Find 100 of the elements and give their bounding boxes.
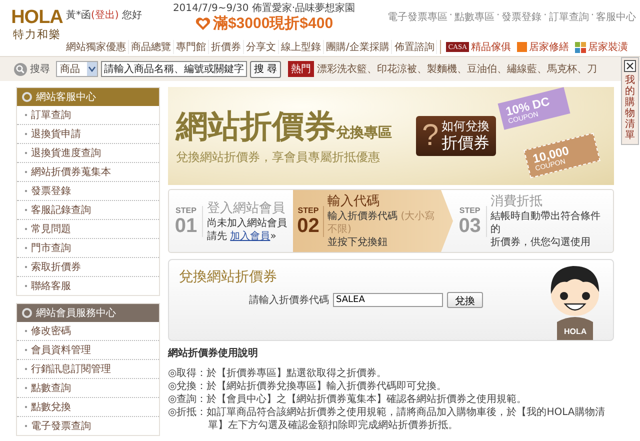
step-title: 登入網站會員: [207, 200, 286, 216]
top-link[interactable]: 點數專區: [454, 10, 494, 24]
step-description: 尚未加入網站會員: [207, 216, 287, 230]
search-field[interactable]: 請輸入商品名稱、編號或關鍵字: [101, 61, 247, 77]
sidebar-link[interactable]: 電子發票查詢: [17, 417, 159, 435]
logout-link[interactable]: (登出): [91, 10, 119, 21]
nav-link[interactable]: 團購/企業採購: [324, 40, 392, 54]
sidebar-link[interactable]: 索取折價券: [17, 258, 159, 277]
ring-icon: [22, 308, 32, 318]
promo-date: 2014/7/9~9/30 佈置愛家‧品味夢想家園: [172, 3, 356, 15]
join-link[interactable]: 加入會員: [230, 230, 270, 242]
hot-keyword-link[interactable]: 印花涼被: [377, 62, 418, 76]
sidebar-link[interactable]: 修改密碼: [17, 322, 159, 341]
sidebar-link[interactable]: 會員資料管理: [17, 341, 159, 360]
step-label: STEP: [176, 206, 196, 214]
instruction-item: ◎兌換：於【網站折價券兌換專區】輸入折價券代碼即可兌換。: [168, 380, 448, 393]
hot-separator: 、: [577, 63, 588, 76]
brand-logo[interactable]: HOLA: [11, 8, 63, 28]
step-description: 折價券，供您勾選使用: [490, 236, 592, 249]
hot-keyword-link[interactable]: 製麵機: [427, 62, 458, 76]
nav-link[interactable]: 商品總覽: [129, 40, 174, 54]
step-description: 結帳時自動帶出符合條件的: [490, 210, 602, 236]
section-title: 網站客服中心: [36, 90, 96, 104]
sidebar-link[interactable]: 常見問題: [17, 220, 159, 239]
sidebar-link[interactable]: 行銷訊息訂閱管理: [17, 360, 159, 379]
nav-link[interactable]: 網站獨家優惠: [64, 40, 129, 54]
sidebar-link[interactable]: 點數兌換: [17, 398, 159, 417]
hot-keyword-link[interactable]: 繡線藍: [507, 62, 538, 76]
instruction-item: ◎查詢：於【會員中心】之【網站折價券蒐集本】確認各網站折價券之使用規範。: [168, 393, 528, 406]
category-link[interactable]: 居家裝潢: [575, 40, 628, 54]
hot-keyword-link[interactable]: 馬克杯: [547, 62, 578, 76]
instruction-item: ◎取得：於【折價券專區】點選欲取得之折價券。: [168, 367, 388, 380]
brand-name: 特力和樂: [13, 28, 61, 42]
hot-keyword-link[interactable]: 豆油伯: [467, 62, 498, 76]
link-separator: ·: [544, 10, 547, 21]
nav-link[interactable]: 折價券: [209, 40, 244, 54]
sidebar-link[interactable]: 退換貨進度查詢: [17, 144, 159, 163]
top-link[interactable]: 電子發票專區: [387, 10, 448, 24]
step-number: 01: [174, 214, 198, 236]
banner-title-suffix: 兌換專區: [336, 124, 392, 142]
caret-icon: [87, 62, 97, 76]
close-icon[interactable]: [624, 60, 636, 72]
link-separator: ·: [590, 10, 594, 21]
sidebar-section-header[interactable]: 網站客服中心: [17, 88, 159, 106]
sidebar-link[interactable]: 聯絡客服: [17, 277, 159, 295]
nav-link[interactable]: 線上型錄: [279, 40, 324, 54]
hot-separator: 、: [367, 63, 378, 76]
section-title: 網站會員服務中心: [36, 306, 116, 320]
scope-select[interactable]: 商品: [56, 61, 98, 77]
hot-separator: 、: [497, 64, 508, 76]
blocks-icon: [575, 42, 586, 52]
step-label: STEP: [459, 206, 480, 214]
heart-icon: [194, 17, 211, 31]
search-icon: [14, 62, 27, 76]
step-title: 消費折抵: [490, 193, 544, 210]
top-link[interactable]: 客服中心: [596, 10, 636, 24]
redeem-button[interactable]: 兌換: [447, 292, 483, 308]
hot-keyword-link[interactable]: 漂彩洗衣籃: [317, 62, 368, 76]
hot-separator: 、: [417, 63, 428, 76]
hot-tag: 熱門: [288, 61, 314, 77]
step-label: STEP: [298, 206, 319, 214]
sidebar-link[interactable]: 訂單查詢: [17, 106, 159, 125]
ring-icon: [22, 92, 32, 102]
sidebar-link[interactable]: 發票登錄: [17, 182, 159, 201]
shirt-logo: HOLA: [564, 327, 587, 336]
hot-separator: 、: [457, 63, 468, 76]
hot-keyword-link[interactable]: 刀: [587, 62, 598, 76]
hot-separator: 、: [537, 63, 548, 76]
sidebar-link[interactable]: 網站折價券蒐集本: [17, 163, 159, 182]
banner-subtitle: 兌換網站折價券，享會員專屬折抵優惠: [176, 148, 381, 166]
sidebar-section-header[interactable]: 網站會員服務中心: [17, 304, 159, 322]
nav-link[interactable]: 佈置諮詢: [392, 40, 438, 54]
step-title: 輸入代碼: [328, 193, 381, 210]
nav-link[interactable]: 分享文: [244, 40, 279, 54]
sidebar-link[interactable]: 退換貨申請: [17, 125, 159, 144]
sidebar-link[interactable]: 客服記錄查詢: [17, 201, 159, 220]
step-number: 02: [297, 214, 320, 236]
search-button[interactable]: 搜 尋: [250, 60, 282, 78]
sidebar-link[interactable]: 門市查詢: [17, 239, 159, 258]
instruction-item: ◎折抵：如訂單商品符合該網站折價券之使用規範，請將商品加入購物車後，於【我的HOLA購物清單】左下方勾選及確認金額扣除即完成網站折價券折抵。: [168, 406, 606, 432]
step-description: 輸入折價券代碼 (大小寫不限): [328, 210, 436, 236]
redeem-title: 兌換網站折價券: [179, 268, 278, 286]
square-icon: [517, 42, 528, 52]
code-label: 請輸入折價券代碼: [249, 294, 329, 307]
coupon-code-field[interactable]: SALEA: [333, 293, 443, 307]
nav-link[interactable]: 專門館: [174, 40, 209, 54]
top-link[interactable]: 訂單查詢: [548, 10, 589, 24]
step-number: 03: [458, 214, 481, 236]
sidebar-link[interactable]: 點數查詢: [17, 379, 159, 398]
link-separator: ·: [496, 10, 500, 21]
search-label: 搜尋: [30, 62, 50, 76]
step-description: 並按下兌換鈕: [328, 236, 389, 249]
instructions-title: 網站折價券使用說明: [168, 347, 259, 361]
category-link[interactable]: 居家修繕: [517, 40, 570, 54]
top-link[interactable]: 發票登錄: [502, 10, 542, 24]
link-separator: ·: [449, 10, 452, 21]
greeting-text: 黃*函(登出) 您好: [65, 8, 143, 23]
banner-title: 網站折價券: [176, 106, 336, 144]
cart-tab[interactable]: 我的購物清單: [621, 57, 639, 145]
step-description: 請先 加入會員»: [207, 230, 278, 242]
